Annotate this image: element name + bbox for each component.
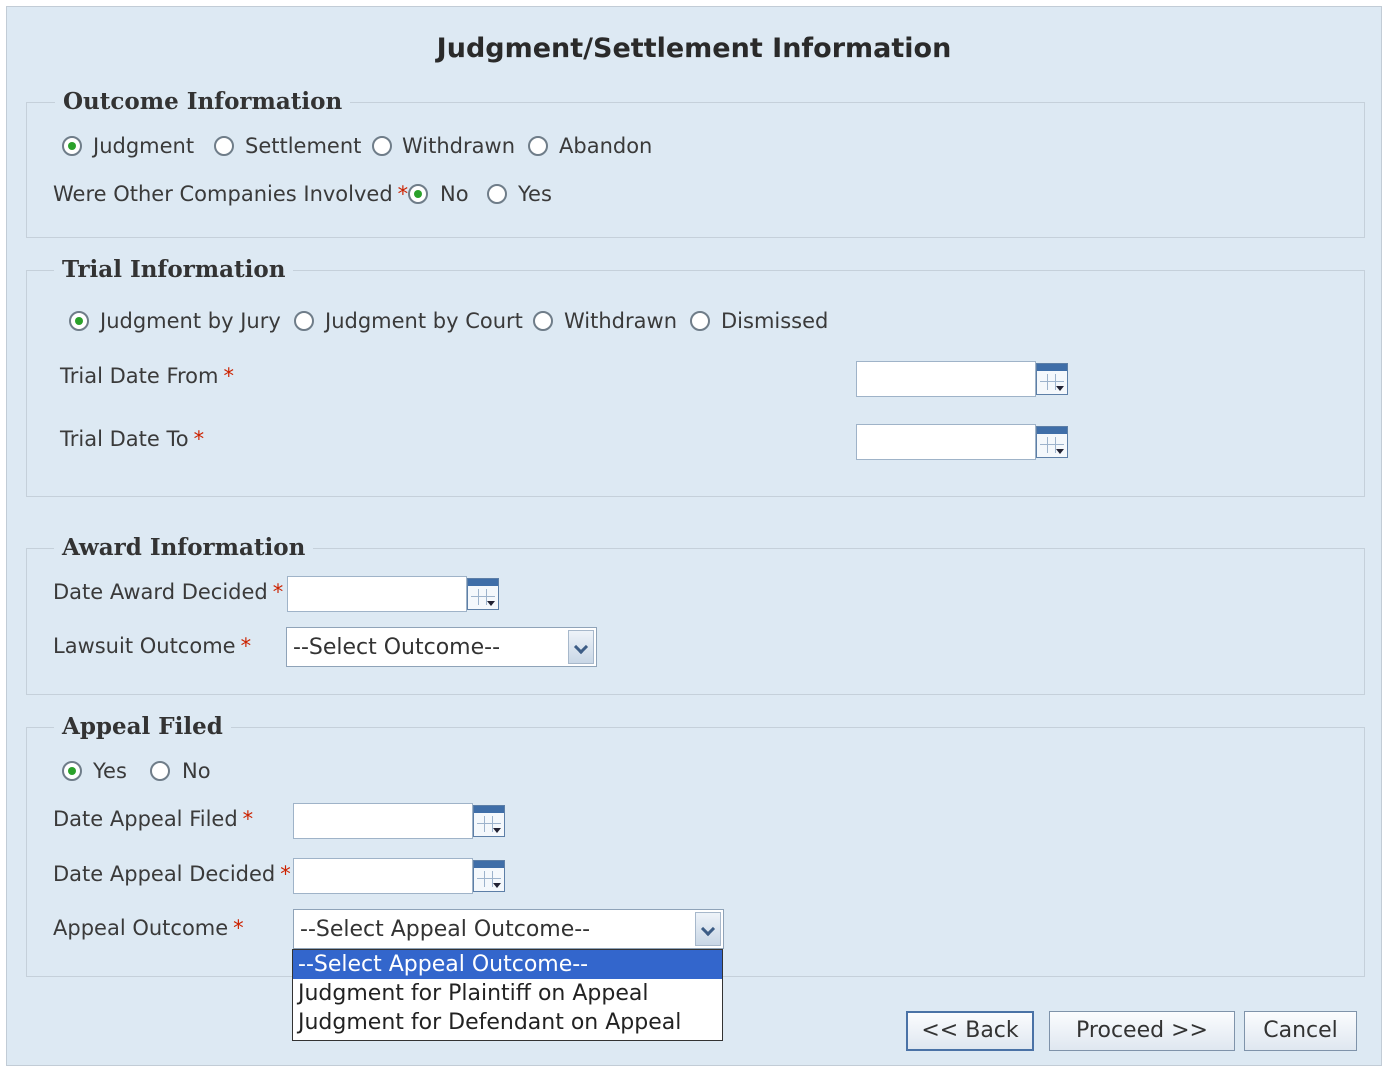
page-title: Judgment/Settlement Information: [436, 33, 952, 64]
outcome-withdrawn-radio[interactable]: [372, 136, 392, 156]
required-marker: *: [397, 182, 409, 206]
appeal-outcome-option[interactable]: Judgment for Defendant on Appeal: [293, 1008, 722, 1037]
appeal-filed-legend: Appeal Filed: [54, 713, 231, 740]
trial-date-from-input[interactable]: [856, 361, 1036, 397]
required-marker: *: [280, 862, 291, 886]
trial-date-from-label: Trial Date From *: [60, 364, 234, 388]
proceed-button[interactable]: Proceed >>: [1049, 1011, 1235, 1051]
cancel-button[interactable]: Cancel: [1244, 1011, 1357, 1051]
date-award-decided-label: Date Award Decided *: [53, 580, 284, 604]
other-companies-yes-label[interactable]: Yes: [518, 182, 552, 206]
required-marker: *: [242, 807, 254, 831]
outcome-withdrawn-label[interactable]: Withdrawn: [402, 134, 515, 158]
award-information-legend: Award Information: [54, 534, 314, 561]
appeal-outcome-dropdown-list: --Select Appeal Outcome-- Judgment for P…: [292, 949, 723, 1041]
lawsuit-outcome-label: Lawsuit Outcome *: [53, 634, 252, 658]
appeal-outcome-option[interactable]: Judgment for Plaintiff on Appeal: [293, 979, 722, 1008]
outcome-judgment-label[interactable]: Judgment: [93, 134, 194, 158]
outcome-abandon-label[interactable]: Abandon: [559, 134, 652, 158]
trial-information-legend: Trial Information: [54, 256, 294, 283]
lawsuit-outcome-select[interactable]: --Select Outcome--: [286, 627, 597, 667]
trial-withdrawn-radio[interactable]: [533, 311, 553, 331]
trial-date-to-label: Trial Date To *: [60, 427, 205, 451]
chevron-down-icon[interactable]: [695, 912, 721, 946]
appeal-outcome-value: --Select Appeal Outcome--: [300, 917, 591, 942]
trial-date-to-input[interactable]: [856, 424, 1036, 460]
trial-court-radio[interactable]: [294, 311, 314, 331]
award-information-section: Award Information: [26, 534, 1365, 695]
date-award-decided-input[interactable]: [287, 576, 467, 612]
other-companies-no-radio[interactable]: [408, 184, 428, 204]
trial-court-label[interactable]: Judgment by Court: [325, 309, 523, 333]
outcome-settlement-label[interactable]: Settlement: [245, 134, 361, 158]
calendar-icon[interactable]: [467, 578, 499, 610]
judgment-settlement-panel: Judgment/Settlement Information Outcome …: [6, 6, 1382, 1066]
required-marker: *: [193, 427, 205, 451]
outcome-settlement-radio[interactable]: [214, 136, 234, 156]
appeal-yes-radio[interactable]: [62, 761, 82, 781]
date-appeal-filed-input[interactable]: [293, 803, 473, 839]
appeal-yes-label[interactable]: Yes: [93, 759, 127, 783]
appeal-outcome-select[interactable]: --Select Appeal Outcome--: [293, 909, 724, 949]
required-marker: *: [233, 916, 244, 940]
trial-withdrawn-label[interactable]: Withdrawn: [564, 309, 677, 333]
appeal-no-label[interactable]: No: [182, 759, 211, 783]
calendar-icon[interactable]: [1036, 426, 1068, 458]
calendar-icon[interactable]: [473, 860, 505, 892]
other-companies-yes-radio[interactable]: [487, 184, 507, 204]
trial-jury-label[interactable]: Judgment by Jury: [100, 309, 281, 333]
date-appeal-decided-input[interactable]: [293, 858, 473, 894]
other-companies-no-label[interactable]: No: [440, 182, 469, 206]
appeal-outcome-label: Appeal Outcome *: [53, 916, 244, 940]
other-companies-label: Were Other Companies Involved *: [53, 182, 409, 206]
chevron-down-icon[interactable]: [568, 630, 594, 664]
required-marker: *: [240, 634, 252, 658]
trial-dismissed-radio[interactable]: [690, 311, 710, 331]
required-marker: *: [272, 580, 284, 604]
date-appeal-filed-label: Date Appeal Filed *: [53, 807, 254, 831]
calendar-icon[interactable]: [473, 805, 505, 837]
appeal-outcome-option[interactable]: --Select Appeal Outcome--: [293, 950, 722, 979]
required-marker: *: [223, 364, 234, 388]
outcome-abandon-radio[interactable]: [528, 136, 548, 156]
outcome-information-legend: Outcome Information: [55, 88, 351, 115]
trial-dismissed-label[interactable]: Dismissed: [721, 309, 828, 333]
outcome-judgment-radio[interactable]: [62, 136, 82, 156]
appeal-no-radio[interactable]: [150, 761, 170, 781]
lawsuit-outcome-value: --Select Outcome--: [293, 635, 501, 660]
date-appeal-decided-label: Date Appeal Decided *: [53, 862, 291, 886]
outcome-information-section: Outcome Information: [26, 88, 1365, 238]
trial-jury-radio[interactable]: [69, 311, 89, 331]
back-button[interactable]: << Back: [906, 1011, 1034, 1051]
calendar-icon[interactable]: [1036, 363, 1068, 395]
